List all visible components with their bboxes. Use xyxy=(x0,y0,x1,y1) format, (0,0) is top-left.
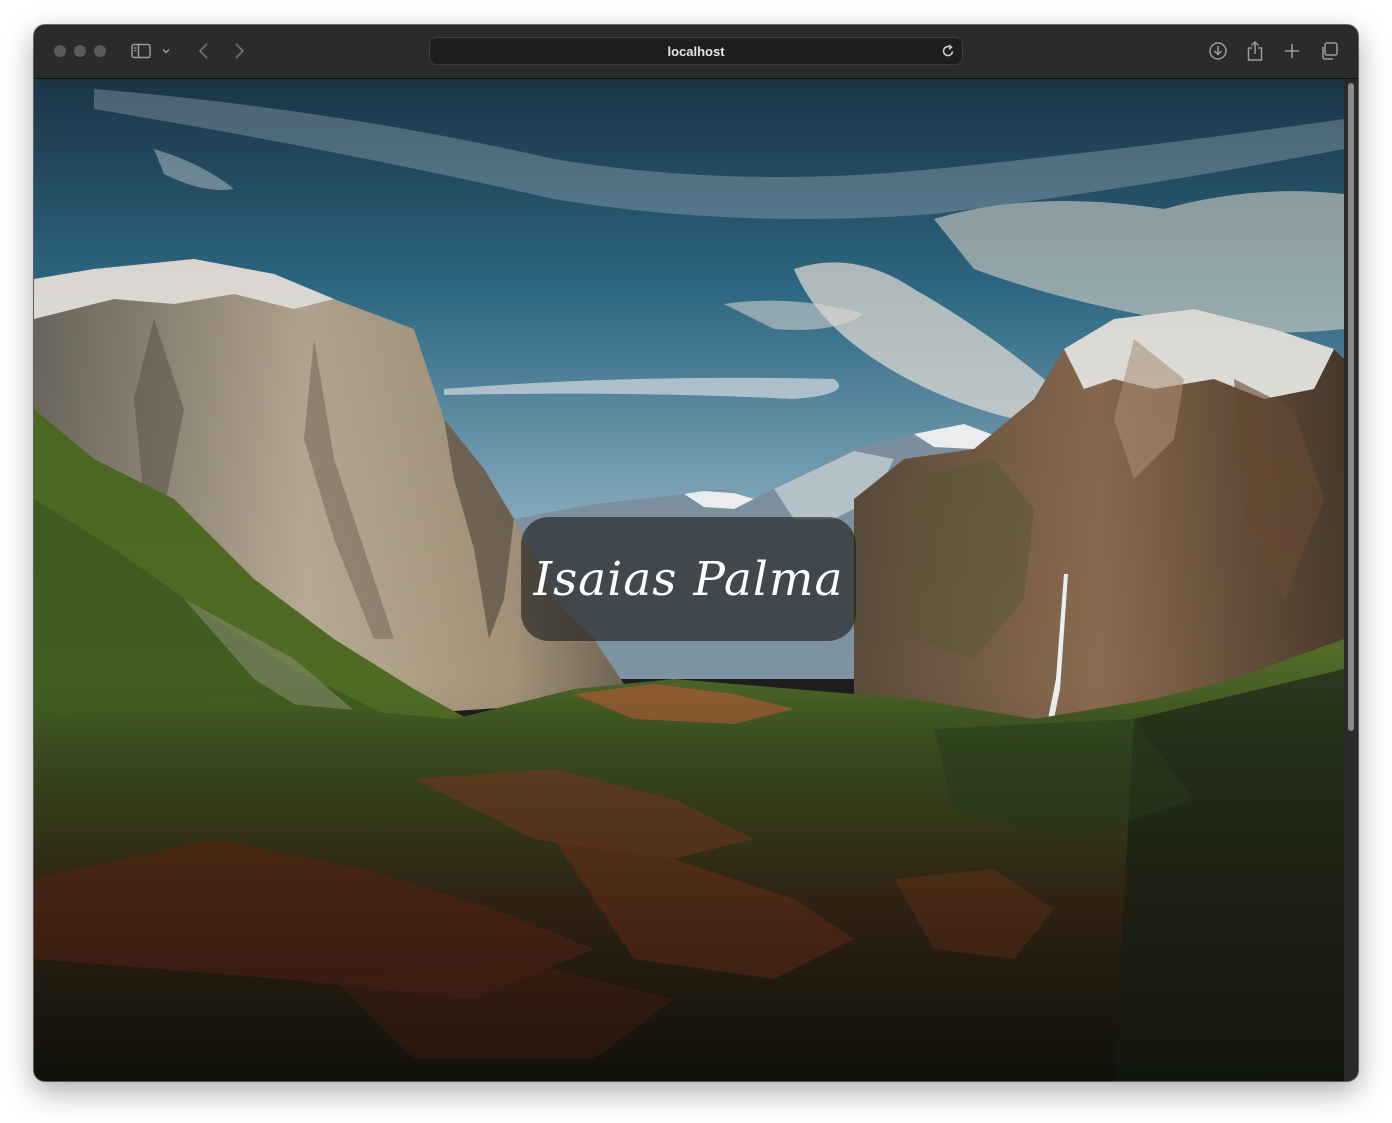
sidebar-icon[interactable] xyxy=(129,39,153,63)
download-icon[interactable] xyxy=(1206,39,1230,63)
chevron-down-icon[interactable] xyxy=(159,39,173,63)
address-bar[interactable]: localhost xyxy=(429,37,963,65)
reload-icon[interactable] xyxy=(940,43,956,59)
page-content: Isaias Palma xyxy=(34,79,1344,1081)
chevron-left-icon[interactable] xyxy=(192,39,216,63)
minimize-window-button[interactable] xyxy=(74,45,86,57)
plus-icon[interactable] xyxy=(1280,39,1304,63)
name-card: Isaias Palma xyxy=(521,517,856,641)
scrollbar-thumb[interactable] xyxy=(1348,83,1354,731)
chevron-right-icon[interactable] xyxy=(227,39,251,63)
share-icon[interactable] xyxy=(1243,39,1267,63)
scrollbar[interactable] xyxy=(1344,79,1358,1081)
close-window-button[interactable] xyxy=(54,45,66,57)
url-text: localhost xyxy=(667,43,725,59)
zoom-window-button[interactable] xyxy=(94,45,106,57)
tabs-icon[interactable] xyxy=(1317,39,1341,63)
name-title: Isaias Palma xyxy=(533,551,844,607)
browser-window: localhost Isaias Palma xyxy=(34,25,1358,1081)
browser-toolbar: localhost xyxy=(34,25,1358,79)
